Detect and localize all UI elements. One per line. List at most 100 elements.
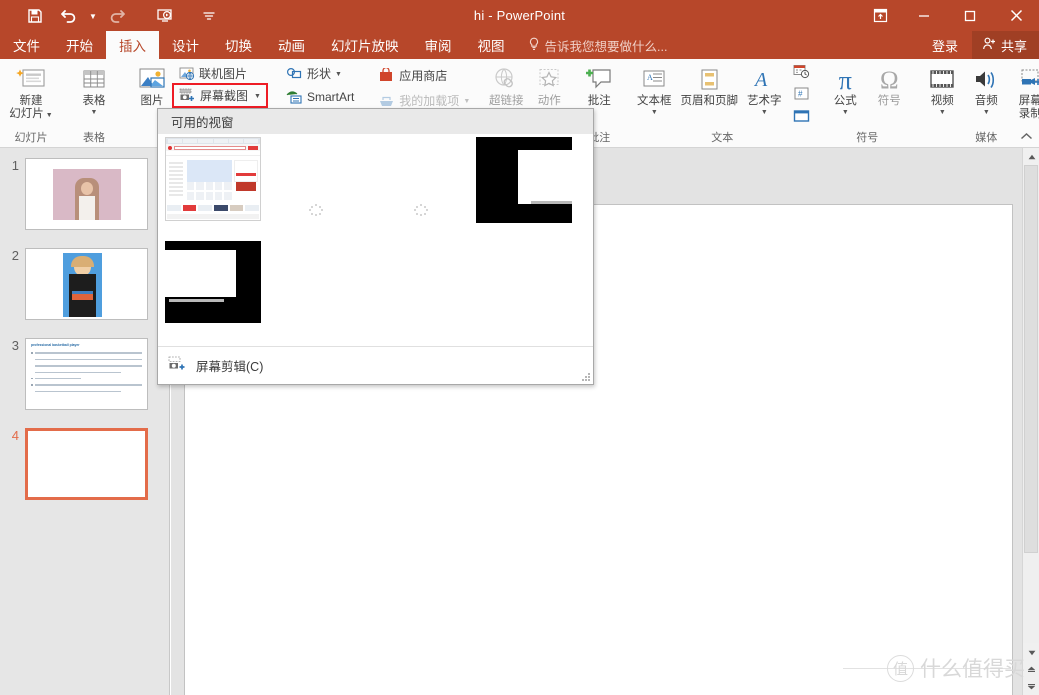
table-label: 表格 xyxy=(82,95,106,107)
undo-dropdown-icon[interactable]: ▼ xyxy=(86,3,100,29)
app-store-button[interactable]: 应用商店 xyxy=(374,65,474,86)
screen-recording-button[interactable]: 屏幕 录制 xyxy=(1008,61,1039,121)
ribbon-group-symbols: π 公式 ▼ Ω 符号 符号 xyxy=(822,59,912,147)
available-windows-header: 可用的视窗 xyxy=(158,109,593,134)
customize-qat-icon[interactable] xyxy=(192,3,226,29)
symbol-button[interactable]: Ω 符号 xyxy=(867,61,911,108)
comment-label: 批注 xyxy=(587,95,611,107)
loading-spinner-2 xyxy=(414,204,429,218)
equation-label: 公式 xyxy=(833,95,857,107)
screen-clipping-menu-item[interactable]: 屏幕剪辑(C) xyxy=(158,346,593,384)
tab-review[interactable]: 审阅 xyxy=(412,31,465,59)
window-thumbnail-browser[interactable] xyxy=(165,137,261,221)
next-slide-button[interactable] xyxy=(1023,678,1039,695)
chevron-down-icon[interactable]: ▼ xyxy=(91,109,98,116)
slide-number-2: 2 xyxy=(11,248,19,263)
shapes-label: 形状 xyxy=(306,67,331,81)
scrollbar-bottom-controls xyxy=(1023,644,1039,695)
chevron-down-icon[interactable]: ▼ xyxy=(983,109,990,116)
tab-slideshow[interactable]: 幻灯片放映 xyxy=(318,31,412,59)
symbol-label: 符号 xyxy=(877,95,901,107)
chevron-down-icon[interactable]: ▼ xyxy=(842,109,849,116)
maximize-button[interactable] xyxy=(947,0,993,31)
audio-button[interactable]: 音频 ▼ xyxy=(964,61,1008,116)
previous-slide-button[interactable] xyxy=(1023,661,1039,678)
tab-animations[interactable]: 动画 xyxy=(265,31,318,59)
slide-preview-3[interactable]: professional basketball player xyxy=(25,338,148,410)
start-slideshow-icon[interactable] xyxy=(148,3,182,29)
header-footer-button[interactable]: 页眉和页脚 xyxy=(678,61,740,108)
undo-icon[interactable] xyxy=(52,3,86,29)
share-button[interactable]: 共享 xyxy=(971,31,1039,59)
vertical-scrollbar[interactable] xyxy=(1022,148,1039,695)
slide-thumbnail-pane[interactable]: 1 2 3 professional basketball player 4 xyxy=(0,148,170,695)
slide-thumbnail-2[interactable]: 2 xyxy=(0,248,169,320)
comment-button[interactable]: 批注 xyxy=(577,61,621,108)
save-icon[interactable] xyxy=(18,3,52,29)
screen-record-icon xyxy=(1016,65,1039,95)
wordart-button[interactable]: A 艺术字 ▼ xyxy=(740,61,788,116)
screenshot-dropdown-menu[interactable]: 可用的视窗 屏幕剪辑(C) xyxy=(157,108,594,385)
new-slide-button[interactable]: 新建 幻灯片 ▼ xyxy=(3,61,59,121)
slide-3-title: professional basketball player xyxy=(31,343,80,347)
scrollbar-thumb[interactable] xyxy=(1024,165,1038,553)
window-thumbnail-black-1[interactable] xyxy=(476,137,572,223)
scroll-down-arrow[interactable] xyxy=(1023,644,1039,661)
redo-icon xyxy=(100,3,134,29)
action-icon xyxy=(535,65,563,95)
watermark-rule xyxy=(843,668,1011,669)
screenshot-button[interactable]: 屏幕截图 ▼ xyxy=(172,83,268,108)
chevron-down-icon[interactable]: ▼ xyxy=(463,98,470,105)
online-pictures-button[interactable]: 联机图片 xyxy=(174,63,266,84)
scroll-up-arrow[interactable] xyxy=(1023,148,1039,165)
svg-text:A: A xyxy=(647,73,653,82)
chevron-down-icon[interactable]: ▼ xyxy=(651,109,658,116)
window-thumbnail-black-2[interactable] xyxy=(165,241,261,323)
slide-thumbnail-1[interactable]: 1 xyxy=(0,158,169,230)
picture-icon xyxy=(137,65,167,95)
chevron-down-icon[interactable]: ▼ xyxy=(254,93,261,100)
available-windows-gallery xyxy=(158,134,593,347)
shapes-button[interactable]: 形状 ▼ xyxy=(282,63,358,84)
slide-number-icon[interactable]: # xyxy=(793,87,810,106)
slide-thumbnail-3[interactable]: 3 professional basketball player xyxy=(0,338,169,410)
smartart-button[interactable]: SmartArt xyxy=(282,86,358,107)
app-store-icon xyxy=(378,68,395,83)
hyperlink-button[interactable]: 超链接 xyxy=(483,61,529,108)
tab-transitions[interactable]: 切换 xyxy=(212,31,265,59)
slide-preview-1[interactable] xyxy=(25,158,148,230)
tab-design[interactable]: 设计 xyxy=(159,31,212,59)
audio-icon xyxy=(972,65,1000,95)
chevron-down-icon[interactable]: ▼ xyxy=(46,112,53,119)
scrollbar-track[interactable] xyxy=(1023,165,1039,643)
collapse-ribbon-icon[interactable] xyxy=(1020,132,1033,144)
powerpoint-window: ▼ hi - PowerPoint 文件 开始 插入 设计 切换 动画 幻灯片放… xyxy=(0,0,1039,695)
chevron-down-icon[interactable]: ▼ xyxy=(939,109,946,116)
video-button[interactable]: 视频 ▼ xyxy=(920,61,964,116)
tab-insert[interactable]: 插入 xyxy=(106,31,159,59)
tell-me-search[interactable]: 告诉我您想要做什么... xyxy=(518,31,678,59)
tab-home[interactable]: 开始 xyxy=(53,31,106,59)
resize-grip[interactable] xyxy=(582,373,590,381)
my-addins-label: 我的加载项 xyxy=(399,94,460,108)
chevron-down-icon[interactable]: ▼ xyxy=(335,71,342,78)
textbox-button[interactable]: A 文本框 ▼ xyxy=(630,61,678,116)
chevron-down-icon[interactable]: ▼ xyxy=(761,109,768,116)
ribbon-display-options-icon[interactable] xyxy=(859,0,901,31)
slide-thumbnail-4[interactable]: 4 xyxy=(0,428,169,500)
tab-view[interactable]: 视图 xyxy=(465,31,518,59)
slide-preview-4[interactable] xyxy=(25,428,148,500)
date-time-icon[interactable] xyxy=(793,64,810,84)
minimize-button[interactable] xyxy=(901,0,947,31)
equation-button[interactable]: π 公式 ▼ xyxy=(823,61,867,116)
new-slide-label-1: 新建 xyxy=(19,95,43,107)
action-button[interactable]: 动作 xyxy=(529,61,569,108)
object-icon[interactable] xyxy=(793,109,810,127)
table-button[interactable]: 表格 ▼ xyxy=(66,61,122,116)
sign-in-button[interactable]: 登录 xyxy=(918,31,972,59)
tab-file[interactable]: 文件 xyxy=(0,31,53,59)
slide-preview-2[interactable] xyxy=(25,248,148,320)
picture-button[interactable]: 图片 xyxy=(130,61,174,108)
close-button[interactable] xyxy=(993,0,1039,31)
quick-access-toolbar: ▼ xyxy=(0,3,226,29)
